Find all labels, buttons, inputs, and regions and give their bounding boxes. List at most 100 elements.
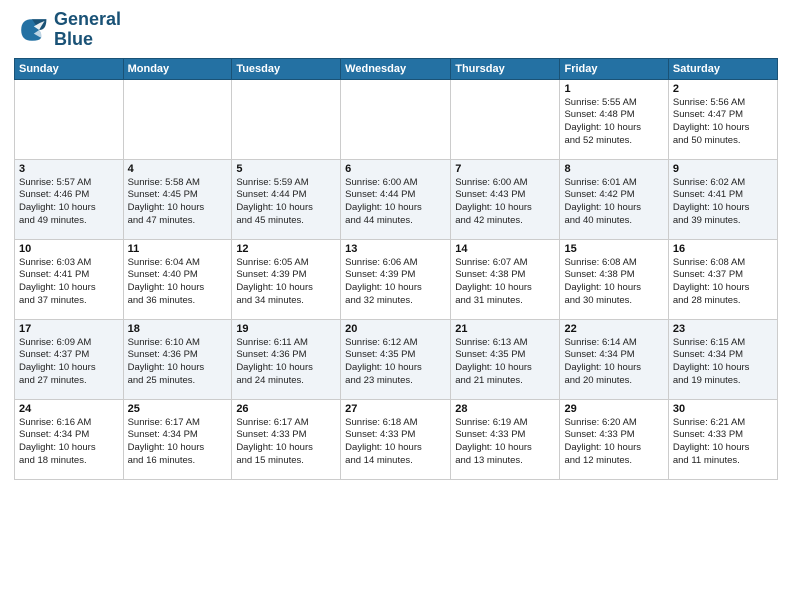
day-info: Sunrise: 6:03 AM Sunset: 4:41 PM Dayligh…	[19, 257, 119, 308]
day-number: 12	[236, 243, 336, 255]
day-cell: 2 Sunrise: 5:56 AM Sunset: 4:47 PM Daylig…	[668, 79, 777, 159]
day-cell: 20 Sunrise: 6:12 AM Sunset: 4:35 PM Dayli…	[341, 319, 451, 399]
calendar-table: Sunday Monday Tuesday Wednesday Thursday…	[14, 58, 778, 480]
day-info: Sunrise: 6:10 AM Sunset: 4:36 PM Dayligh…	[128, 337, 228, 388]
day-info: Sunrise: 6:21 AM Sunset: 4:33 PM Dayligh…	[673, 417, 773, 468]
day-number: 4	[128, 163, 228, 175]
day-info: Sunrise: 5:57 AM Sunset: 4:46 PM Dayligh…	[19, 177, 119, 228]
day-cell: 24Sunrise: 6:16 AM Sunset: 4:34 PM Dayli…	[15, 399, 124, 479]
day-info: Sunrise: 6:01 AM Sunset: 4:42 PM Dayligh…	[564, 177, 663, 228]
day-cell: 11 Sunrise: 6:04 AM Sunset: 4:40 PM Dayli…	[123, 239, 232, 319]
day-cell: 15 Sunrise: 6:08 AM Sunset: 4:38 PM Dayli…	[560, 239, 668, 319]
day-info: Sunrise: 6:05 AM Sunset: 4:39 PM Dayligh…	[236, 257, 336, 308]
day-cell: 26Sunrise: 6:17 AM Sunset: 4:33 PM Dayli…	[232, 399, 341, 479]
day-number: 3	[19, 163, 119, 175]
col-monday: Monday	[123, 58, 232, 79]
col-wednesday: Wednesday	[341, 58, 451, 79]
day-number: 27	[345, 403, 446, 415]
day-info: Sunrise: 6:15 AM Sunset: 4:34 PM Dayligh…	[673, 337, 773, 388]
day-number: 5	[236, 163, 336, 175]
week-row-3: 10Sunrise: 6:03 AM Sunset: 4:41 PM Dayli…	[15, 239, 778, 319]
day-number: 20	[345, 323, 446, 335]
day-number: 30	[673, 403, 773, 415]
week-row-4: 17 Sunrise: 6:09 AM Sunset: 4:37 PM Dayli…	[15, 319, 778, 399]
day-cell: 19 Sunrise: 6:11 AM Sunset: 4:36 PM Dayli…	[232, 319, 341, 399]
logo: General Blue	[14, 10, 121, 50]
day-info: Sunrise: 6:17 AM Sunset: 4:34 PM Dayligh…	[128, 417, 228, 468]
day-info: Sunrise: 6:12 AM Sunset: 4:35 PM Dayligh…	[345, 337, 446, 388]
day-info: Sunrise: 6:08 AM Sunset: 4:37 PM Dayligh…	[673, 257, 773, 308]
day-cell: 29 Sunrise: 6:20 AM Sunset: 4:33 PM Dayli…	[560, 399, 668, 479]
day-cell: 7Sunrise: 6:00 AM Sunset: 4:43 PM Daylig…	[451, 159, 560, 239]
day-cell: 22 Sunrise: 6:14 AM Sunset: 4:34 PM Dayli…	[560, 319, 668, 399]
day-number: 14	[455, 243, 555, 255]
day-number: 21	[455, 323, 555, 335]
day-number: 2	[673, 83, 773, 95]
day-info: Sunrise: 6:17 AM Sunset: 4:33 PM Dayligh…	[236, 417, 336, 468]
day-info: Sunrise: 6:09 AM Sunset: 4:37 PM Dayligh…	[19, 337, 119, 388]
day-info: Sunrise: 6:08 AM Sunset: 4:38 PM Dayligh…	[564, 257, 663, 308]
day-cell: 27Sunrise: 6:18 AM Sunset: 4:33 PM Dayli…	[341, 399, 451, 479]
day-info: Sunrise: 5:59 AM Sunset: 4:44 PM Dayligh…	[236, 177, 336, 228]
day-info: Sunrise: 5:58 AM Sunset: 4:45 PM Dayligh…	[128, 177, 228, 228]
day-cell: 18Sunrise: 6:10 AM Sunset: 4:36 PM Dayli…	[123, 319, 232, 399]
day-info: Sunrise: 6:02 AM Sunset: 4:41 PM Dayligh…	[673, 177, 773, 228]
day-cell: 4 Sunrise: 5:58 AM Sunset: 4:45 PM Daylig…	[123, 159, 232, 239]
day-cell: 8 Sunrise: 6:01 AM Sunset: 4:42 PM Daylig…	[560, 159, 668, 239]
day-number: 25	[128, 403, 228, 415]
day-number: 19	[236, 323, 336, 335]
day-info: Sunrise: 5:56 AM Sunset: 4:47 PM Dayligh…	[673, 97, 773, 148]
day-number: 9	[673, 163, 773, 175]
page: General Blue Sunday Monday Tuesday Wedne…	[0, 0, 792, 612]
day-cell: 21 Sunrise: 6:13 AM Sunset: 4:35 PM Dayli…	[451, 319, 560, 399]
day-info: Sunrise: 6:20 AM Sunset: 4:33 PM Dayligh…	[564, 417, 663, 468]
day-cell: 25 Sunrise: 6:17 AM Sunset: 4:34 PM Dayli…	[123, 399, 232, 479]
day-number: 13	[345, 243, 446, 255]
logo-icon	[14, 12, 50, 48]
day-cell: 16 Sunrise: 6:08 AM Sunset: 4:37 PM Dayli…	[668, 239, 777, 319]
day-cell: 3 Sunrise: 5:57 AM Sunset: 4:46 PM Daylig…	[15, 159, 124, 239]
day-number: 8	[564, 163, 663, 175]
day-info: Sunrise: 6:19 AM Sunset: 4:33 PM Dayligh…	[455, 417, 555, 468]
day-cell	[232, 79, 341, 159]
day-cell: 13 Sunrise: 6:06 AM Sunset: 4:39 PM Dayli…	[341, 239, 451, 319]
day-info: Sunrise: 6:06 AM Sunset: 4:39 PM Dayligh…	[345, 257, 446, 308]
day-number: 29	[564, 403, 663, 415]
day-info: Sunrise: 6:00 AM Sunset: 4:44 PM Dayligh…	[345, 177, 446, 228]
day-number: 7	[455, 163, 555, 175]
day-cell	[451, 79, 560, 159]
day-cell: 9 Sunrise: 6:02 AM Sunset: 4:41 PM Daylig…	[668, 159, 777, 239]
day-cell	[15, 79, 124, 159]
day-number: 15	[564, 243, 663, 255]
day-cell	[341, 79, 451, 159]
day-number: 16	[673, 243, 773, 255]
logo-text: General Blue	[54, 10, 121, 50]
col-tuesday: Tuesday	[232, 58, 341, 79]
day-number: 17	[19, 323, 119, 335]
day-info: Sunrise: 6:13 AM Sunset: 4:35 PM Dayligh…	[455, 337, 555, 388]
day-cell: 17 Sunrise: 6:09 AM Sunset: 4:37 PM Dayli…	[15, 319, 124, 399]
day-cell: 30 Sunrise: 6:21 AM Sunset: 4:33 PM Dayli…	[668, 399, 777, 479]
col-friday: Friday	[560, 58, 668, 79]
week-row-1: 1Sunrise: 5:55 AM Sunset: 4:48 PM Daylig…	[15, 79, 778, 159]
day-number: 22	[564, 323, 663, 335]
day-cell: 12 Sunrise: 6:05 AM Sunset: 4:39 PM Dayli…	[232, 239, 341, 319]
col-thursday: Thursday	[451, 58, 560, 79]
day-info: Sunrise: 6:16 AM Sunset: 4:34 PM Dayligh…	[19, 417, 119, 468]
day-number: 28	[455, 403, 555, 415]
day-info: Sunrise: 6:11 AM Sunset: 4:36 PM Dayligh…	[236, 337, 336, 388]
day-number: 1	[564, 83, 663, 95]
day-info: Sunrise: 6:14 AM Sunset: 4:34 PM Dayligh…	[564, 337, 663, 388]
day-cell: 5 Sunrise: 5:59 AM Sunset: 4:44 PM Daylig…	[232, 159, 341, 239]
header-row: Sunday Monday Tuesday Wednesday Thursday…	[15, 58, 778, 79]
week-row-2: 3 Sunrise: 5:57 AM Sunset: 4:46 PM Daylig…	[15, 159, 778, 239]
day-cell: 10Sunrise: 6:03 AM Sunset: 4:41 PM Dayli…	[15, 239, 124, 319]
day-info: Sunrise: 6:04 AM Sunset: 4:40 PM Dayligh…	[128, 257, 228, 308]
day-cell	[123, 79, 232, 159]
header: General Blue	[14, 10, 778, 50]
day-cell: 28 Sunrise: 6:19 AM Sunset: 4:33 PM Dayli…	[451, 399, 560, 479]
day-number: 23	[673, 323, 773, 335]
week-row-5: 24Sunrise: 6:16 AM Sunset: 4:34 PM Dayli…	[15, 399, 778, 479]
day-number: 11	[128, 243, 228, 255]
day-number: 6	[345, 163, 446, 175]
